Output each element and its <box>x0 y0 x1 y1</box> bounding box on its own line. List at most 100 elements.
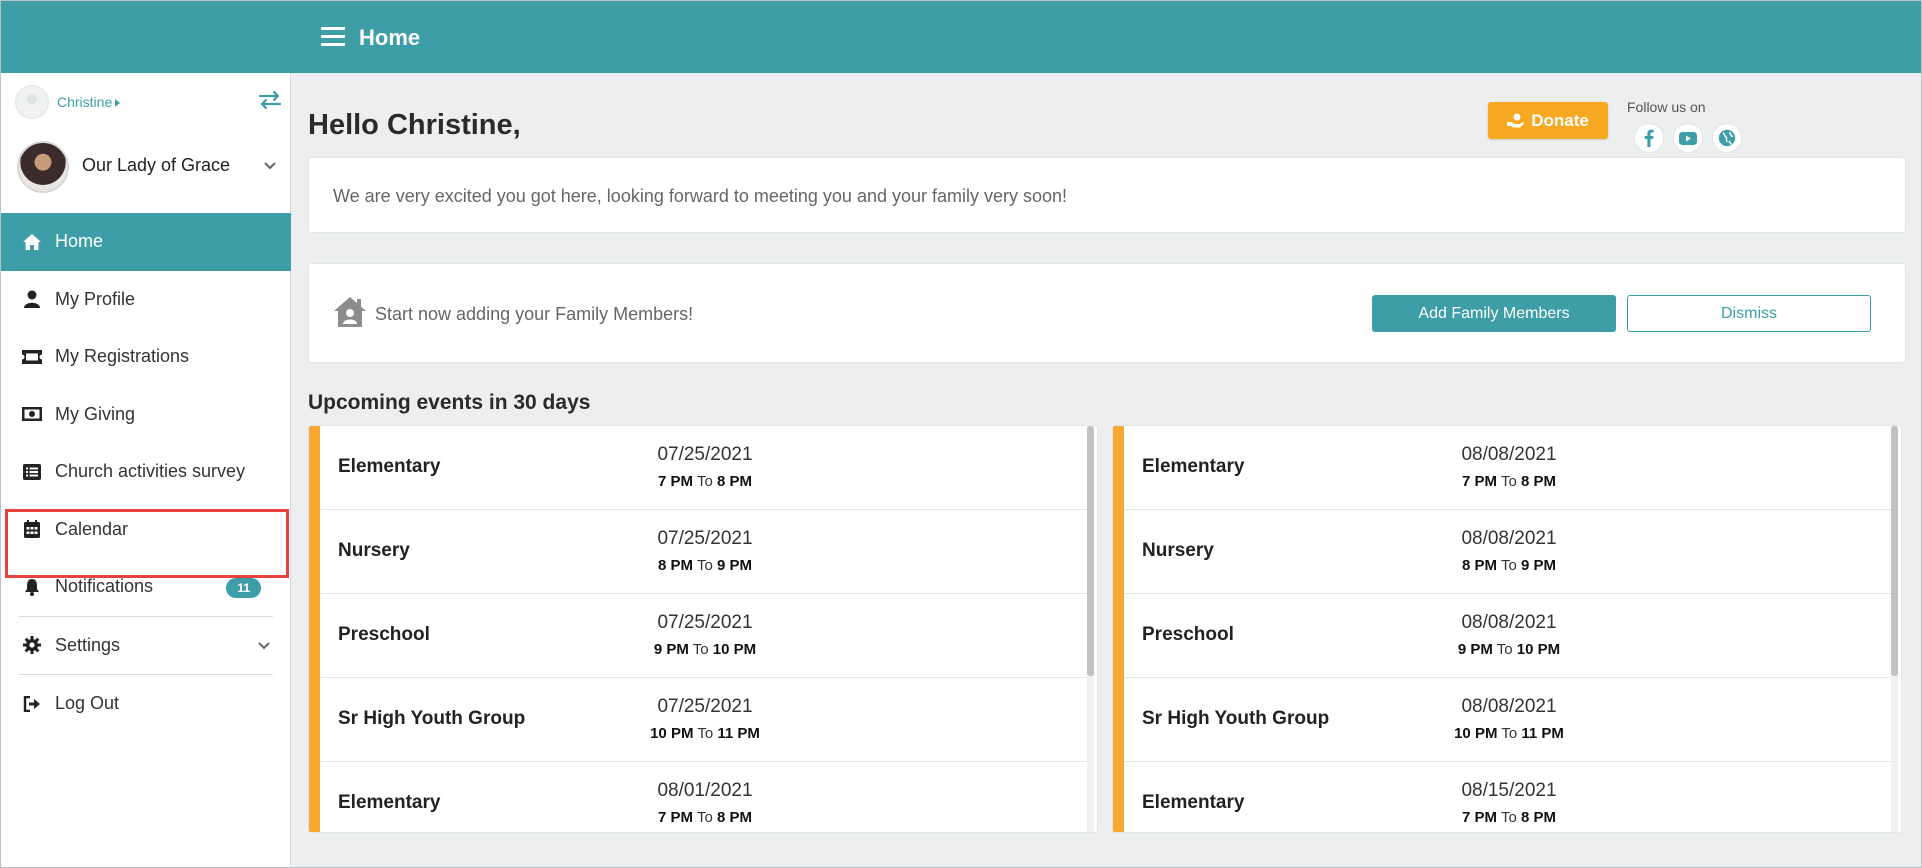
sidebar-item-log-out[interactable]: Log Out <box>1 675 291 733</box>
event-name: Elementary <box>338 456 441 477</box>
event-start-time: 7 PM <box>1462 809 1498 826</box>
event-row[interactable]: Elementary 07/25/2021 7 PM To 8 PM <box>320 426 1087 510</box>
switch-account-icon[interactable] <box>257 89 283 111</box>
event-row[interactable]: Nursery 07/25/2021 8 PM To 9 PM <box>320 510 1087 594</box>
event-start-time: 10 PM <box>1454 725 1498 742</box>
sidebar-item-my-profile[interactable]: My Profile <box>1 271 291 329</box>
event-date: 07/25/2021 <box>657 444 753 465</box>
event-row[interactable]: Sr High Youth Group 08/08/2021 10 PM To 11… <box>1124 678 1891 762</box>
donate-button[interactable]: Donate <box>1488 102 1608 139</box>
event-name: Preschool <box>338 624 430 645</box>
events-list-left[interactable]: Elementary 07/25/2021 7 PM To 8 PM Nursery 0… <box>308 425 1098 833</box>
page-title: Home <box>359 25 421 50</box>
event-start-time: 8 PM <box>658 557 694 574</box>
event-end-time: 8 PM <box>716 473 752 490</box>
sidebar-item-label: Calendar <box>55 518 129 539</box>
greeting: Hello Christine, <box>308 109 521 141</box>
calendar-icon <box>21 518 43 540</box>
add-family-members-button[interactable]: Add Family Members <box>1372 295 1616 332</box>
event-end-time: 11 PM <box>1521 725 1564 742</box>
event-time-separator: To <box>1500 557 1517 574</box>
sidebar-item-label: Notifications <box>55 576 154 597</box>
event-time: 7 PM To 8 PM <box>1414 809 1604 826</box>
event-time-separator: To <box>697 725 714 742</box>
family-prompt: Start now adding your Family Members! <box>375 304 694 324</box>
event-date: 07/25/2021 <box>657 612 753 633</box>
event-row[interactable]: Elementary 08/01/2021 7 PM To 8 PM <box>320 762 1087 832</box>
list-icon <box>21 461 43 483</box>
event-date: 08/08/2021 <box>1461 528 1557 549</box>
event-row[interactable]: Nursery 08/08/2021 8 PM To 9 PM <box>1124 510 1891 594</box>
welcome-message: We are very excited you got here, lookin… <box>333 186 1068 206</box>
events-list-right[interactable]: Elementary 08/08/2021 7 PM To 8 PM Nursery 0… <box>1112 425 1902 833</box>
event-row[interactable]: Preschool 07/25/2021 9 PM To 10 PM <box>320 594 1087 678</box>
event-row[interactable]: Elementary 08/08/2021 7 PM To 8 PM <box>1124 426 1891 510</box>
event-name: Nursery <box>1142 540 1214 561</box>
donate-label: Donate <box>1531 110 1589 130</box>
event-name: Sr High Youth Group <box>1142 708 1330 729</box>
house-user-icon <box>334 297 366 327</box>
hamburger-menu-icon[interactable] <box>321 27 345 49</box>
follow-us-label: Follow us on <box>1627 99 1706 115</box>
sidebar-item-notifications[interactable]: Notifications 11 <box>1 558 291 616</box>
event-time: 9 PM To 10 PM <box>1414 641 1604 658</box>
top-bar: Home <box>1 1 1921 73</box>
sidebar-item-label: My Registrations <box>55 346 190 367</box>
event-start-time: 7 PM <box>1462 473 1498 490</box>
globe-icon[interactable] <box>1712 123 1742 153</box>
sidebar: Christine Our Lady of Grace Home My Prof… <box>1 73 291 867</box>
event-row[interactable]: Sr High Youth Group 07/25/2021 10 PM To 11… <box>320 678 1087 762</box>
chevron-down-icon <box>258 641 270 649</box>
event-end-time: 9 PM <box>716 557 752 574</box>
event-start-time: 10 PM <box>650 725 694 742</box>
scrollbar-thumb[interactable] <box>1891 426 1898 676</box>
accent-bar <box>309 426 320 832</box>
donate-hand-icon <box>1507 113 1525 127</box>
event-date: 07/25/2021 <box>657 696 753 717</box>
event-time: 8 PM To 9 PM <box>1414 557 1604 574</box>
sidebar-item-label: Settings <box>55 634 121 655</box>
caret-right-icon <box>115 99 121 107</box>
event-date: 08/01/2021 <box>657 780 753 801</box>
event-name: Preschool <box>1142 624 1234 645</box>
dismiss-button[interactable]: Dismiss <box>1627 295 1871 332</box>
event-name: Elementary <box>1142 456 1245 477</box>
welcome-card: We are very excited you got here, lookin… <box>308 157 1906 233</box>
app-window: Home Christine Our Lady of Grace Home My… <box>0 0 1922 868</box>
event-name: Nursery <box>338 540 410 561</box>
event-name: Sr High Youth Group <box>338 708 526 729</box>
logout-icon <box>21 693 43 715</box>
sidebar-item-church-activities-survey[interactable]: Church activities survey <box>1 443 291 501</box>
sidebar-item-settings[interactable]: Settings <box>1 617 291 675</box>
events-rows: Elementary 07/25/2021 7 PM To 8 PM Nursery 0… <box>309 426 1097 832</box>
event-name: Elementary <box>338 792 441 813</box>
event-time-separator: To <box>696 557 713 574</box>
scrollbar[interactable] <box>1087 426 1094 832</box>
sidebar-item-label: Church activities survey <box>55 461 246 482</box>
scrollbar-thumb[interactable] <box>1087 426 1094 676</box>
event-row[interactable]: Elementary 08/15/2021 7 PM To 8 PM <box>1124 762 1891 832</box>
sidebar-item-calendar[interactable]: Calendar <box>1 501 291 559</box>
event-end-time: 9 PM <box>1520 557 1556 574</box>
parish-selector[interactable]: Our Lady of Grace <box>13 141 285 201</box>
sidebar-item-home[interactable]: Home <box>1 213 291 271</box>
event-end-time: 8 PM <box>716 809 752 826</box>
scrollbar[interactable] <box>1891 426 1898 832</box>
sidebar-item-my-giving[interactable]: My Giving <box>1 386 291 444</box>
event-time: 10 PM To 11 PM <box>610 725 800 742</box>
event-date: 08/15/2021 <box>1461 780 1557 801</box>
gear-icon <box>21 634 43 656</box>
sidebar-item-label: Log Out <box>55 693 120 714</box>
event-name: Elementary <box>1142 792 1245 813</box>
event-date: 08/08/2021 <box>1461 696 1557 717</box>
event-date: 08/08/2021 <box>1461 612 1557 633</box>
user-menu[interactable]: Christine <box>57 94 121 110</box>
event-time-separator: To <box>692 641 709 658</box>
event-time: 7 PM To 8 PM <box>610 473 800 490</box>
facebook-icon[interactable] <box>1634 123 1664 153</box>
youtube-icon[interactable] <box>1673 123 1703 153</box>
sidebar-item-my-registrations[interactable]: My Registrations <box>1 328 291 386</box>
bell-icon <box>21 576 43 598</box>
event-row[interactable]: Preschool 08/08/2021 9 PM To 10 PM <box>1124 594 1891 678</box>
avatar[interactable] <box>15 85 49 119</box>
